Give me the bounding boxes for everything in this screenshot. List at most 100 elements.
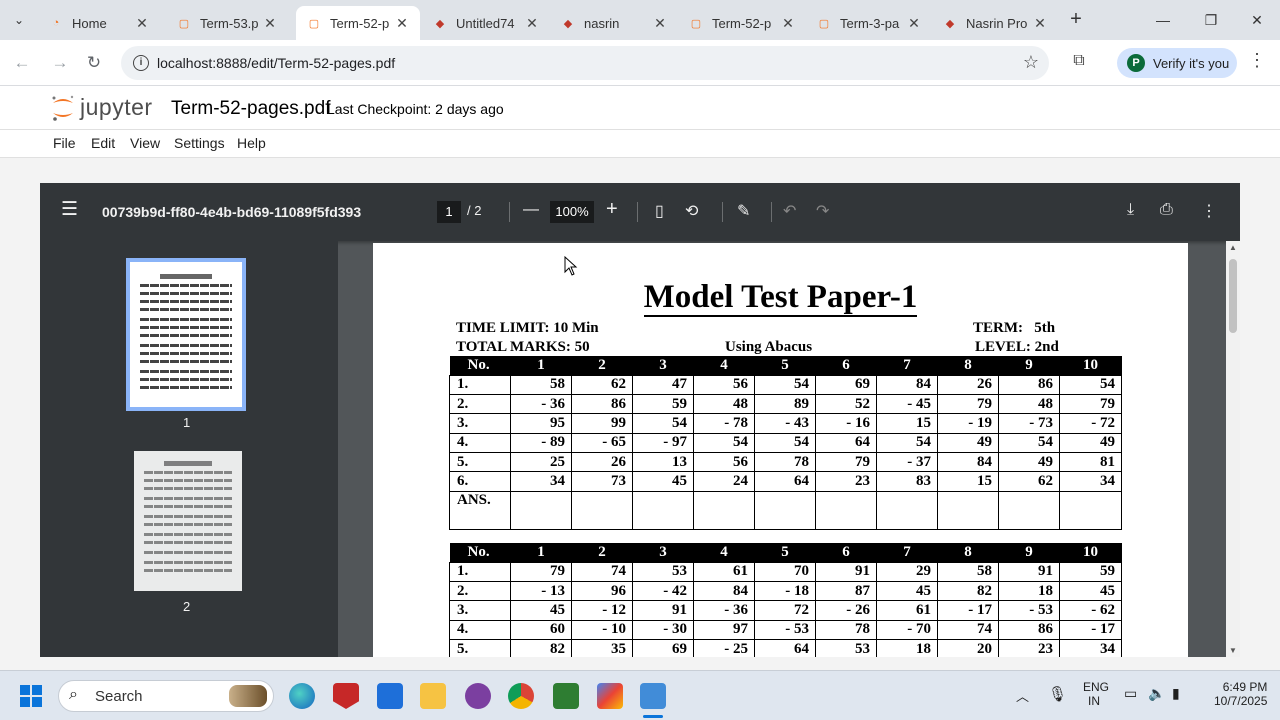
restore-icon[interactable]: ❐ (1188, 6, 1234, 34)
answer-cell[interactable] (571, 490, 633, 530)
new-tab-button[interactable]: + (1064, 8, 1088, 32)
answer-cell[interactable] (632, 490, 694, 530)
bookmark-star-icon[interactable]: ☆ (1023, 52, 1039, 73)
browser-tab[interactable]: ◔ Home ✕ (38, 6, 160, 40)
taskbar-search[interactable]: ⌕ Search (58, 680, 274, 712)
answer-cell[interactable] (815, 490, 877, 530)
menu-help[interactable]: Help (237, 135, 266, 151)
answer-cell[interactable] (754, 490, 816, 530)
browser-tab[interactable]: ▢ Term-53.p ✕ (166, 6, 288, 40)
print-icon[interactable]: ⎙ (1160, 201, 1173, 219)
gemini-app-icon[interactable] (597, 683, 623, 709)
back-icon[interactable]: ← (8, 50, 36, 76)
thumb-line (144, 541, 232, 544)
jupyter-logo-icon[interactable] (50, 94, 76, 122)
sidebar-menu-icon[interactable]: ☰ (61, 198, 78, 221)
tab-close-icon[interactable]: ✕ (906, 15, 922, 32)
network-icon[interactable]: ▭ (1124, 685, 1137, 702)
scroll-thumb[interactable] (1229, 259, 1237, 333)
close-window-icon[interactable]: ✕ (1234, 6, 1280, 34)
answer-cell[interactable] (876, 490, 938, 530)
thumb-line (144, 523, 232, 526)
reload-icon[interactable]: ↻ (80, 50, 108, 76)
site-info-icon[interactable]: i (133, 55, 149, 71)
windows-start-icon[interactable] (20, 685, 42, 707)
edge-icon[interactable] (289, 683, 315, 709)
mcafee-icon[interactable] (333, 683, 359, 709)
battery-icon[interactable]: ▮ (1172, 685, 1180, 702)
tab-close-icon[interactable]: ✕ (652, 15, 668, 32)
table-cell: - 78 (693, 413, 755, 434)
table-cell: 79 (510, 561, 572, 582)
extensions-icon[interactable]: ⧉ (1068, 52, 1090, 74)
table-cell: 48 (998, 393, 1060, 415)
menu-file[interactable]: File (53, 135, 76, 151)
zoom-input[interactable]: 100% (550, 201, 594, 223)
menu-settings[interactable]: Settings (174, 135, 225, 151)
row-label: 3. (449, 600, 511, 621)
zoom-in-icon[interactable]: + (606, 198, 618, 221)
more-actions-icon[interactable]: ⋮ (1201, 201, 1217, 221)
column-header-no: No. (449, 356, 511, 375)
url-text[interactable]: localhost:8888/edit/Term-52-pages.pdf (157, 55, 395, 71)
table-cell: 18 (876, 639, 938, 657)
profile-verify-button[interactable]: P Verify it's you (1117, 48, 1237, 78)
browser-menu-icon[interactable]: ⋮ (1248, 50, 1266, 71)
page-number-input[interactable]: 1 (437, 201, 461, 223)
document-title[interactable]: Term-52-pages.pdf (171, 98, 330, 120)
store-icon[interactable] (377, 683, 403, 709)
zoom-out-icon[interactable]: — (523, 201, 539, 219)
answer-cell[interactable] (998, 490, 1060, 530)
chrome-icon[interactable] (508, 683, 534, 709)
browser-tab[interactable]: ◆ nasrin ✕ (550, 6, 678, 40)
tab-close-icon[interactable]: ✕ (394, 15, 410, 32)
tab-close-icon[interactable]: ✕ (262, 15, 278, 32)
tab-close-icon[interactable]: ✕ (134, 15, 150, 32)
browser-tab[interactable]: ◆ Untitled74 ✕ (422, 6, 550, 40)
browser-tab[interactable]: ◆ Nasrin Pro ✕ (932, 6, 1058, 40)
download-icon[interactable]: ⤓ (1127, 201, 1134, 219)
pdf-scrollbar[interactable]: ▲ ▼ (1226, 241, 1240, 657)
menu-view[interactable]: View (130, 135, 160, 151)
microphone-icon[interactable]: 🎙 (1048, 685, 1067, 703)
table-cell: - 36 (693, 600, 755, 621)
tray-overflow-icon[interactable]: ︿ (1016, 686, 1029, 705)
minimize-icon[interactable]: — (1140, 6, 1186, 34)
tab-search-icon[interactable]: ⌄ (6, 8, 32, 32)
undo-icon[interactable]: ↶ (783, 201, 796, 221)
browser-tab[interactable]: ▢ Term-52-p ✕ (678, 6, 806, 40)
answer-cell[interactable] (1059, 490, 1122, 530)
answer-cell[interactable] (510, 490, 572, 530)
question-table-1: No. 1 2 3 4 5 6 7 8 9 10 1. 58 62 47 56 54 69 84 26 86 54 2. - … (449, 356, 1122, 530)
thumbnail-page-1[interactable] (126, 258, 246, 411)
volume-icon[interactable]: 🔈 (1148, 685, 1165, 702)
menu-edit[interactable]: Edit (91, 135, 115, 151)
browser-tab[interactable]: ▢ Term-52-p ✕ (296, 6, 420, 40)
tab-close-icon[interactable]: ✕ (780, 15, 796, 32)
thumbnail-page-2[interactable] (134, 451, 242, 591)
language-indicator[interactable]: ENG IN (1083, 680, 1109, 708)
tab-close-icon[interactable]: ✕ (524, 15, 540, 32)
address-bar[interactable]: i localhost:8888/edit/Term-52-pages.pdf … (121, 46, 1049, 80)
github-desktop-icon[interactable] (465, 683, 491, 709)
redo-icon[interactable]: ↷ (816, 201, 829, 221)
annotate-icon[interactable]: ✎ (737, 201, 750, 221)
table-cell: 58 (510, 374, 572, 395)
clock[interactable]: 6:49 PM 10/7/2025 (1214, 680, 1267, 708)
answer-cell[interactable] (937, 490, 999, 530)
browser-tab[interactable]: ▢ Term-3-pa ✕ (806, 6, 932, 40)
snipping-tool-icon[interactable] (640, 683, 666, 709)
sticky-app-icon[interactable] (553, 683, 579, 709)
tab-close-icon[interactable]: ✕ (1032, 15, 1048, 32)
rotate-icon[interactable]: ⟲ (685, 201, 698, 221)
answer-cell[interactable] (693, 490, 755, 530)
scroll-down-icon[interactable]: ▼ (1229, 646, 1237, 655)
fit-page-icon[interactable]: ▯ (655, 201, 664, 221)
toolbar-divider (771, 202, 772, 222)
term: TERM: 5th (973, 320, 1056, 336)
table-cell: - 10 (571, 619, 633, 641)
thumb-line (140, 334, 232, 337)
file-explorer-icon[interactable] (420, 683, 446, 709)
scroll-up-icon[interactable]: ▲ (1229, 243, 1237, 252)
forward-icon[interactable]: → (46, 50, 74, 76)
